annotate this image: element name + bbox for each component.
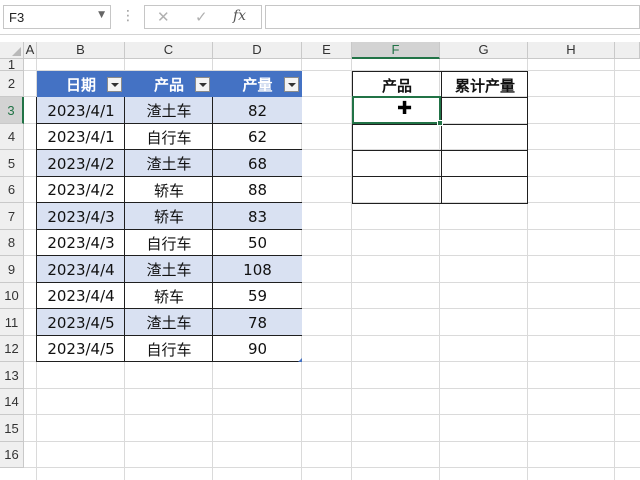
column-header-a[interactable]: A — [24, 42, 37, 59]
table-cell-product[interactable]: 自行车 — [125, 230, 213, 256]
table-cell-date[interactable]: 2023/4/5 — [37, 336, 125, 362]
table-cell-output[interactable]: 78 — [213, 309, 302, 336]
table-cell-output[interactable]: 90 — [213, 336, 302, 362]
table-cell-output[interactable]: 108 — [213, 256, 302, 283]
filter-dropdown-icon[interactable] — [107, 77, 122, 92]
row-header-8[interactable]: 8 — [0, 230, 24, 256]
plus-cursor-icon: ✚ — [397, 98, 413, 119]
gridline-horizontal — [24, 414, 640, 415]
table-cell-date[interactable]: 2023/4/1 — [37, 124, 125, 150]
table-cell-output[interactable]: 88 — [213, 177, 302, 203]
table-column-border — [212, 97, 213, 362]
table-cell-product[interactable]: 轿车 — [125, 177, 213, 203]
enter-icon[interactable]: ✓ — [195, 8, 208, 26]
table-cell-output[interactable]: 82 — [213, 97, 302, 124]
column-header-partial[interactable] — [615, 42, 640, 59]
table-cell-date[interactable]: 2023/4/3 — [37, 203, 125, 230]
gridline-horizontal — [24, 467, 640, 468]
formula-bar: F3 ▼ ⋮ ✕ ✓ fx — [0, 0, 640, 35]
column-header-g[interactable]: G — [440, 42, 528, 59]
row-header-11[interactable]: 11 — [0, 309, 24, 336]
table-cell-date[interactable]: 2023/4/2 — [37, 177, 125, 203]
gridline-horizontal — [24, 441, 640, 442]
result-header-cumulative[interactable]: 累计产量 — [442, 72, 528, 98]
row-header-5[interactable]: 5 — [0, 150, 24, 177]
result-col-divider — [441, 72, 442, 203]
more-options-icon[interactable]: ⋮ — [121, 8, 135, 24]
table-cell-product[interactable]: 自行车 — [125, 124, 213, 150]
table-cell-output[interactable]: 83 — [213, 203, 302, 230]
table-cell-product[interactable]: 渣土车 — [125, 150, 213, 177]
row-header-10[interactable]: 10 — [0, 283, 24, 309]
table-cell-output[interactable]: 62 — [213, 124, 302, 150]
name-box[interactable]: F3 ▼ — [3, 5, 111, 29]
row-header-2[interactable]: 2 — [0, 71, 24, 97]
table-cell-product[interactable]: 自行车 — [125, 336, 213, 362]
table-cell-date[interactable]: 2023/4/5 — [37, 309, 125, 336]
table-row-border — [37, 361, 302, 362]
row-header-7[interactable]: 7 — [0, 203, 24, 230]
filter-dropdown-icon[interactable] — [284, 77, 299, 92]
result-row-divider — [353, 176, 527, 177]
row-header-3[interactable]: 3 — [0, 97, 24, 124]
name-box-value: F3 — [9, 10, 25, 25]
row-header-6[interactable]: 6 — [0, 177, 24, 203]
row-header-12[interactable]: 12 — [0, 336, 24, 362]
select-all-icon — [12, 47, 21, 56]
table-header-label: 日期 — [65, 75, 96, 94]
fill-handle[interactable] — [437, 120, 443, 126]
table-cell-date[interactable]: 2023/4/4 — [37, 283, 125, 309]
row-header-16[interactable]: 16 — [0, 442, 24, 468]
column-header-d[interactable]: D — [213, 42, 302, 59]
chevron-down-icon[interactable]: ▼ — [98, 10, 105, 20]
row-header-1[interactable]: 1 — [0, 57, 24, 72]
cancel-icon[interactable]: ✕ — [157, 8, 170, 26]
result-table: 产品 累计产量 — [352, 71, 528, 204]
result-row-divider — [353, 150, 527, 151]
column-header-b[interactable]: B — [37, 42, 125, 59]
table-cell-output[interactable]: 59 — [213, 283, 302, 309]
column-header-f[interactable]: F — [352, 42, 440, 59]
row-header-13[interactable]: 13 — [0, 362, 24, 389]
table-cell-date[interactable]: 2023/4/1 — [37, 97, 125, 124]
table-cell-date[interactable]: 2023/4/4 — [37, 256, 125, 283]
row-header-4[interactable]: 4 — [0, 124, 24, 150]
table-cell-date[interactable]: 2023/4/3 — [37, 230, 125, 256]
table-column-border — [124, 97, 125, 362]
row-header-14[interactable]: 14 — [0, 389, 24, 415]
column-header-e[interactable]: E — [302, 42, 352, 59]
insert-function-icon[interactable]: fx — [233, 8, 246, 24]
row-header-9[interactable]: 9 — [0, 256, 24, 283]
formula-input[interactable] — [265, 5, 640, 29]
table-header-label: 产品 — [153, 75, 184, 94]
table-column-border — [36, 97, 37, 362]
table-cell-date[interactable]: 2023/4/2 — [37, 150, 125, 177]
table-cell-output[interactable]: 50 — [213, 230, 302, 256]
table-cell-output[interactable]: 68 — [213, 150, 302, 177]
column-header-h[interactable]: H — [528, 42, 615, 59]
table-cell-product[interactable]: 渣土车 — [125, 256, 213, 283]
result-header-product[interactable]: 产品 — [353, 72, 441, 98]
table-resize-handle[interactable] — [298, 358, 302, 362]
table-cell-product[interactable]: 轿车 — [125, 283, 213, 309]
table-header-label: 产量 — [242, 75, 273, 94]
gridline-horizontal — [24, 388, 640, 389]
row-header-15[interactable]: 15 — [0, 415, 24, 442]
table-cell-product[interactable]: 渣土车 — [125, 97, 213, 124]
column-header-c[interactable]: C — [125, 42, 213, 59]
filter-dropdown-icon[interactable] — [195, 77, 210, 92]
formula-buttons: ✕ ✓ fx — [144, 5, 262, 29]
table-cell-product[interactable]: 轿车 — [125, 203, 213, 230]
table-cell-product[interactable]: 渣土车 — [125, 309, 213, 336]
